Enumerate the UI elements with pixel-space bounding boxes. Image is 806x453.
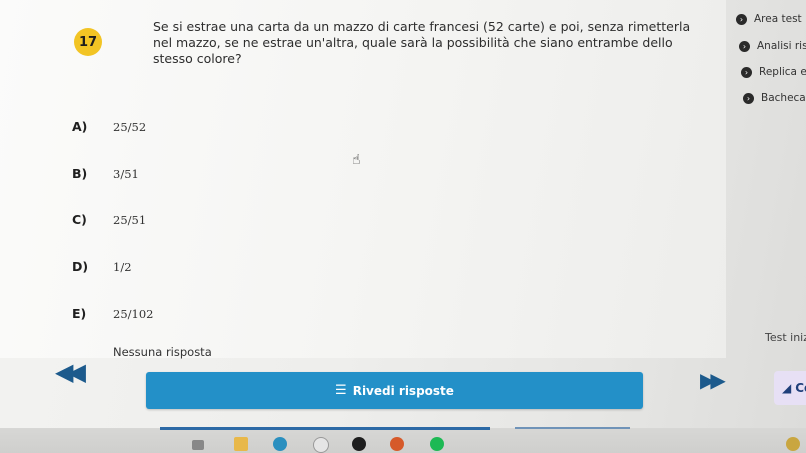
sidebar-item-area-test[interactable]: › Area test (736, 13, 802, 25)
question-number-badge: 17 (74, 28, 102, 56)
answer-label-c[interactable]: C) (72, 212, 87, 227)
sidebar-item-label: Area test (754, 13, 802, 25)
sidebar-item-analisi[interactable]: › Analisi risult (739, 40, 806, 52)
sidebar-item-label: Bacheca q (761, 92, 806, 104)
previous-question-icon[interactable]: ◀◀ (55, 358, 86, 386)
system-tray-icon[interactable] (786, 437, 800, 451)
test-started-label: Test inizi (765, 331, 806, 344)
music-icon[interactable] (313, 437, 329, 453)
chevron-right-icon: › (736, 13, 747, 25)
no-answer-label[interactable]: Nessuna risposta (113, 345, 212, 359)
chevron-right-icon: › (739, 40, 750, 52)
finish-test-label: Co (795, 381, 806, 395)
question-text: Se si estrae una carta da un mazzo di ca… (153, 19, 691, 66)
answer-label-d[interactable]: D) (72, 259, 88, 274)
hand-cursor-icon: ☝ (352, 152, 361, 168)
next-question-icon[interactable]: ▶▶ (700, 368, 726, 392)
finish-test-button[interactable]: ◢ Co (774, 371, 806, 405)
progress-line-secondary (515, 427, 630, 429)
chevron-right-icon: › (741, 66, 752, 78)
sidebar-item-label: Replica e ra (759, 66, 806, 78)
app-icon[interactable] (273, 437, 287, 451)
sidebar-item-label: Analisi risult (757, 40, 806, 52)
answer-text-b[interactable]: 3/51 (113, 167, 139, 181)
answer-label-e[interactable]: E) (72, 306, 86, 321)
sidebar-item-bacheca[interactable]: › Bacheca q (743, 92, 806, 104)
folder-icon[interactable] (234, 437, 248, 451)
answer-text-c[interactable]: 25/51 (113, 213, 146, 227)
keyboard-icon[interactable] (192, 440, 204, 450)
flag-icon: ◢ (782, 381, 792, 395)
review-answers-button[interactable]: ☰ Rivedi risposte (146, 372, 643, 409)
play-icon[interactable] (352, 437, 366, 451)
progress-line (160, 427, 490, 430)
chevron-right-icon: › (743, 92, 754, 104)
sidebar-item-replica[interactable]: › Replica e ra (741, 66, 806, 78)
answer-text-e[interactable]: 25/102 (113, 307, 153, 321)
spotify-icon[interactable] (430, 437, 444, 451)
list-icon: ☰ (335, 383, 347, 398)
review-answers-label: Rivedi risposte (352, 383, 454, 398)
answer-label-b[interactable]: B) (72, 166, 87, 181)
firefox-icon[interactable] (390, 437, 404, 451)
answer-label-a[interactable]: A) (72, 119, 87, 134)
answer-text-a[interactable]: 25/52 (113, 120, 146, 134)
answer-text-d[interactable]: 1/2 (113, 260, 132, 274)
